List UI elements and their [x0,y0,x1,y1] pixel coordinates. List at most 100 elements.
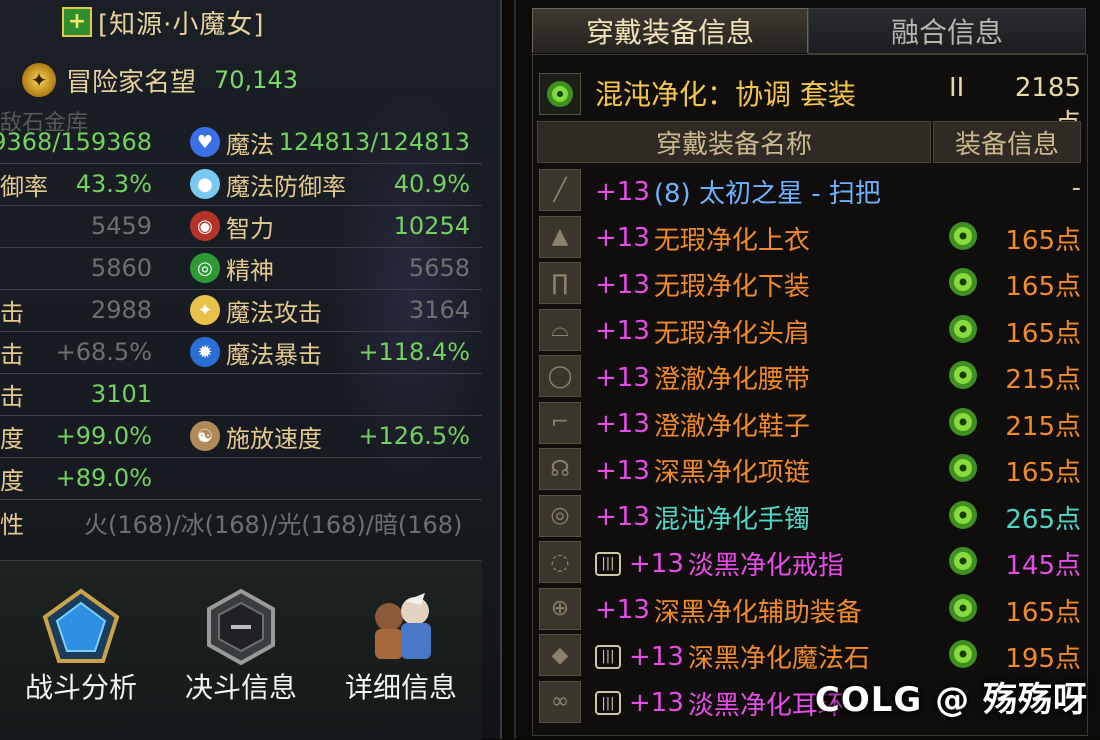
pentagon-chart-icon [42,588,120,663]
top-armor-icon: ▲ [539,215,581,258]
stat-left-value: +99.0% [55,422,152,450]
broom-icon: ╱ [539,169,581,211]
tab-equipped-info[interactable]: 穿戴装备信息 [532,8,808,53]
fusion-gem-icon [949,407,977,436]
fusion-points: 265点 [1005,504,1081,535]
stat-right-label: 智力 [226,214,274,243]
stat-left-value: 2988 [90,296,152,324]
stat-right-label: 魔法 [226,130,274,159]
equipment-row[interactable]: ◆ ||| +13 深黑净化魔法石 195点 [533,632,1087,676]
reinforce-level: +13 [595,362,650,393]
fusion-points: 165点 [1005,597,1081,628]
duel-info-button[interactable]: 决斗信息 [166,561,316,740]
stats-grid: 9368/159368 御率 43.3% 5459 5860 击 2988 击 +68.5% 击 3… [0,122,482,550]
equipment-name: ||| +13 淡黑净化耳环 [595,685,844,722]
plus-icon: + [62,7,92,37]
set-level: II [949,73,965,103]
equipment-name-text: 混沌净化手镯 [653,504,810,535]
magic-crit-icon: ✹ [190,337,220,367]
reinforce-level: +13 [629,641,684,672]
pants-icon: ∏ [539,262,581,304]
stat-right-value: 3164 [408,296,470,324]
equipment-row[interactable]: ☊ +13 深黑净化项链 165点 [533,446,1087,490]
fusion-gem-icon [949,268,977,296]
detailed-info-button[interactable]: 详细信息 [326,561,476,740]
shoulder-icon: ⌓ [539,308,581,351]
stat-right-value: 10254 [393,212,470,240]
battle-analysis-label: 战斗分析 [24,671,137,704]
equipment-name-text: 淡黑净化戒指 [687,551,844,581]
tab-fusion-info[interactable]: 融合信息 [808,8,1086,54]
equipment-name-text: 无瑕净化下装 [653,272,810,302]
equipment-name: ||| +13 深黑净化魔法石 [595,638,870,675]
fusion-points: 215点 [1005,411,1081,442]
set-bonus-row: 混沌净化：协调 套装 II 2185点 [533,69,1087,139]
stat-left-value: 3101 [90,380,152,408]
equipment-row[interactable]: ▲ +13 无瑕净化上衣 165点 [533,214,1087,258]
stat-right-entry: ◉ 智力 [190,206,274,246]
reinforce-level: +13 [595,502,650,532]
reinforce-level: +13 [595,409,650,439]
stat-left-value: 5459 [90,212,152,240]
equipment-name: +13 无瑕净化头肩 [595,313,810,350]
ring-icon: ◌ [539,541,581,583]
fame-label: 冒险家名望 [66,67,197,98]
intelligence-icon: ◉ [190,211,220,241]
support-icon: ⊕ [539,587,581,630]
equipment-name: +13 澄澈净化腰带 [595,359,810,396]
equipment-name-text: 无瑕净化头肩 [653,318,810,349]
fusion-gem-icon [949,547,977,575]
equipment-name: +13 无瑕净化下装 [595,266,810,303]
stat-left-value: +68.5% [55,338,152,366]
lock-icon: ||| [595,551,621,576]
cast-speed-icon: ☯ [190,421,220,451]
bottom-button-bar: 战斗分析 决斗信息 详细信息 [0,560,482,740]
reinforce-level: +13 [595,595,650,625]
reinforce-level: +13 [595,316,650,346]
stat-right-value: +126.5% [358,422,470,450]
detailed-info-label: 详细信息 [344,671,457,704]
reinforce-level: +13 [629,688,684,718]
fusion-points: 165点 [1005,458,1081,488]
equipment-row[interactable]: ◌ ||| +13 淡黑净化戒指 145点 [533,539,1087,583]
equipment-name: +13 深黑净化辅助装备 [595,592,862,629]
fusion-points: 165点 [1005,225,1081,256]
equipment-name-text: 澄澈净化鞋子 [653,411,810,442]
fame-crest-icon: ✦ [22,63,56,97]
fusion-gem-icon [949,500,977,529]
stat-left-value: 9368/159368 [0,128,152,156]
equipment-name: +13 深黑净化项链 [595,452,810,489]
stat-left-value: +89.0% [55,464,152,492]
magic-stone-icon: ◆ [539,634,581,676]
set-name: 混沌净化：协调 套装 [595,78,856,111]
equipment-name: ||| +13 淡黑净化戒指 [595,545,844,582]
equipment-row[interactable]: ◯ +13 澄澈净化腰带 215点 [533,353,1087,397]
reinforce-level: +13 [595,223,650,253]
fusion-points: 165点 [1005,318,1081,349]
equipment-name-text: 深黑净化项链 [653,458,810,488]
lock-icon: ||| [595,691,621,715]
equipment-row[interactable]: ◎ +13 混沌净化手镯 265点 [533,493,1087,537]
stat-right-value: 40.9% [393,170,470,198]
equipment-row[interactable]: ∏ +13 无瑕净化下装 165点 [533,260,1087,304]
stat-right-entry: ◎ 精神 [190,248,274,288]
spirit-icon: ◎ [190,253,220,283]
magic-attack-icon: ✦ [190,295,220,325]
equipment-row[interactable]: ╱ +13 (8) 太初之星 - 扫把 - [533,167,1087,211]
character-portrait-icon [375,593,431,659]
earring-icon: ∞ [539,680,581,723]
element-label: 性 [0,510,24,539]
stat-right-entry: ♥ 魔法 [190,122,274,162]
equipment-row[interactable]: ⌐ +13 澄澈净化鞋子 215点 [533,400,1087,444]
fame-value: 70,143 [214,66,298,94]
element-values: 火(168)/冰(168)/光(168)/暗(168) [84,510,463,539]
battle-analysis-button[interactable]: 战斗分析 [6,561,156,740]
column-header-info: 装备信息 [933,121,1081,163]
fusion-gem-icon [949,361,977,389]
fusion-gem-icon [949,454,977,482]
character-title-text: [知源·小魔女] [98,9,265,40]
equipment-row[interactable]: ⊕ +13 深黑净化辅助装备 165点 [533,586,1087,630]
equipment-row[interactable]: ⌓ +13 无瑕净化头肩 165点 [533,307,1087,351]
element-resistance-row: 性 火(168)/冰(168)/光(168)/暗(168) [0,500,482,544]
belt-icon: ◯ [539,355,581,397]
